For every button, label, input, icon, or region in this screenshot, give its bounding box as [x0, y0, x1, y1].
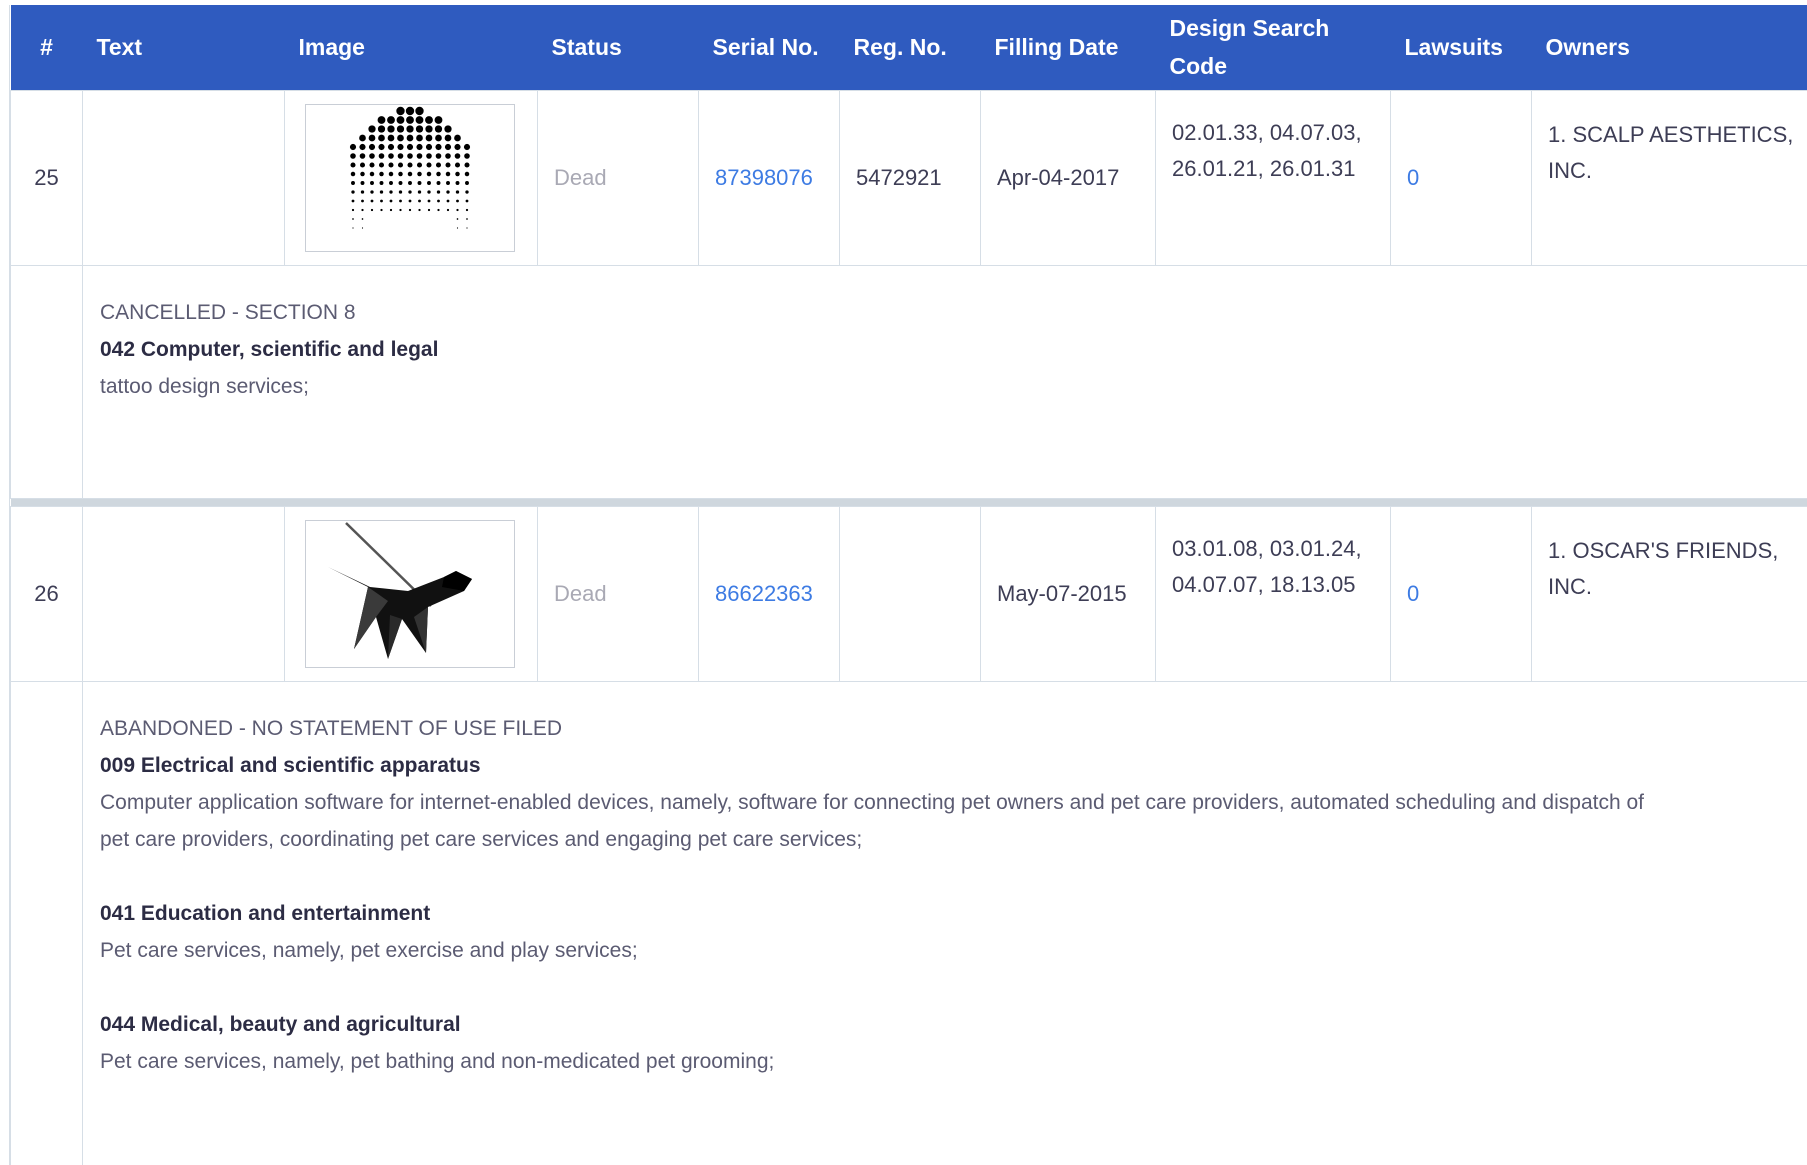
- class-gap: [100, 858, 1796, 895]
- owner-line2: INC.: [1548, 573, 1592, 599]
- owner-line1: 1. OSCAR'S FRIENDS,: [1548, 537, 1779, 563]
- col-header-text[interactable]: Text: [83, 5, 285, 90]
- row-reg: [839, 505, 981, 682]
- design-code-line1: 02.01.33, 04.07.03,: [1172, 119, 1362, 145]
- design-code-line2: 04.07.07, 18.13.05: [1172, 571, 1356, 597]
- detail-status: CANCELLED - SECTION 8: [100, 300, 356, 324]
- trademark-results-table-container: # Text Image Status Serial No. Reg. No. …: [9, 5, 1807, 1165]
- owner-line1: 1. SCALP AESTHETICS,: [1548, 121, 1794, 147]
- table-header-row: # Text Image Status Serial No. Reg. No. …: [10, 5, 1807, 90]
- row-design-code: 02.01.33, 04.07.03, 26.01.21, 26.01.31: [1155, 89, 1391, 266]
- col-header-status[interactable]: Status: [538, 5, 699, 90]
- detail-spacer: [10, 264, 83, 499]
- lawsuits-link[interactable]: 0: [1407, 165, 1419, 190]
- row-filling-date: May-07-2015: [980, 505, 1156, 682]
- row-reg: 5472921: [839, 89, 981, 266]
- class-title: 009 Electrical and scientific apparatus: [100, 753, 481, 777]
- dotted-dome-logo-icon[interactable]: [305, 103, 515, 252]
- row-image-cell: [284, 505, 538, 682]
- design-header-line2: Code: [1169, 53, 1228, 80]
- class-description: Pet care services, namely, pet exercise …: [100, 938, 638, 962]
- detail-body: ABANDONED - NO STATEMENT OF USE FILED 00…: [82, 680, 1807, 1165]
- row-image-cell: [284, 89, 538, 266]
- class-description: Pet care services, namely, pet bathing a…: [100, 1049, 775, 1073]
- serial-link[interactable]: 87398076: [715, 165, 813, 190]
- class-gap: [100, 969, 1796, 1006]
- serial-link[interactable]: 86622363: [715, 581, 813, 606]
- class-description: Computer application software for intern…: [100, 790, 1644, 814]
- table-row: 26 Dead 86622363 May-07-2015 03.01.08, 0…: [10, 505, 1807, 682]
- row-serial-cell: 87398076: [698, 89, 840, 266]
- row-number: 26: [10, 505, 83, 682]
- design-code-line2: 26.01.21, 26.01.31: [1172, 155, 1356, 181]
- dog-on-leash-logo-icon[interactable]: [305, 519, 515, 668]
- row-number: 25: [10, 89, 83, 266]
- row-filling-date: Apr-04-2017: [980, 89, 1156, 266]
- row-separator: [10, 498, 1807, 506]
- col-header-lawsuits[interactable]: Lawsuits: [1391, 5, 1532, 90]
- design-header-line1: Design Search: [1169, 15, 1330, 42]
- row-text: [82, 505, 285, 682]
- lawsuits-link[interactable]: 0: [1407, 581, 1419, 606]
- class-title: 041 Education and entertainment: [100, 901, 431, 925]
- row-owners: 1. SCALP AESTHETICS, INC.: [1531, 89, 1807, 266]
- detail-status: ABANDONED - NO STATEMENT OF USE FILED: [100, 716, 563, 740]
- detail-row: ABANDONED - NO STATEMENT OF USE FILED 00…: [10, 680, 1807, 1165]
- row-text: [82, 89, 285, 266]
- row-lawsuits-cell: 0: [1390, 89, 1532, 266]
- trademark-results-table: # Text Image Status Serial No. Reg. No. …: [10, 5, 1807, 1165]
- col-header-design-code[interactable]: Design Search Code: [1156, 5, 1391, 90]
- col-header-serial[interactable]: Serial No.: [699, 5, 840, 90]
- col-header-reg[interactable]: Reg. No.: [840, 5, 981, 90]
- class-description: pet care providers, coordinating pet car…: [100, 827, 863, 851]
- col-header-filling-date[interactable]: Filling Date: [981, 5, 1156, 90]
- row-status: Dead: [537, 89, 699, 266]
- owner-line2: INC.: [1548, 157, 1592, 183]
- row-status: Dead: [537, 505, 699, 682]
- row-lawsuits-cell: 0: [1390, 505, 1532, 682]
- table-row: 25 Dead 87398076 5472921 Apr-04-2017 02.…: [10, 89, 1807, 266]
- design-code-line1: 03.01.08, 03.01.24,: [1172, 535, 1362, 561]
- row-design-code: 03.01.08, 03.01.24, 04.07.07, 18.13.05: [1155, 505, 1391, 682]
- detail-spacer: [10, 680, 83, 1165]
- col-header-owners[interactable]: Owners: [1532, 5, 1807, 90]
- col-header-number[interactable]: #: [11, 5, 83, 90]
- row-owners: 1. OSCAR'S FRIENDS, INC.: [1531, 505, 1807, 682]
- row-separator-bar: [10, 498, 1807, 506]
- row-serial-cell: 86622363: [698, 505, 840, 682]
- detail-row: CANCELLED - SECTION 8 042 Computer, scie…: [10, 264, 1807, 499]
- detail-body: CANCELLED - SECTION 8 042 Computer, scie…: [82, 264, 1807, 499]
- class-title: 044 Medical, beauty and agricultural: [100, 1012, 461, 1036]
- class-description: tattoo design services;: [100, 374, 309, 398]
- class-title: 042 Computer, scientific and legal: [100, 337, 439, 361]
- col-header-image[interactable]: Image: [285, 5, 538, 90]
